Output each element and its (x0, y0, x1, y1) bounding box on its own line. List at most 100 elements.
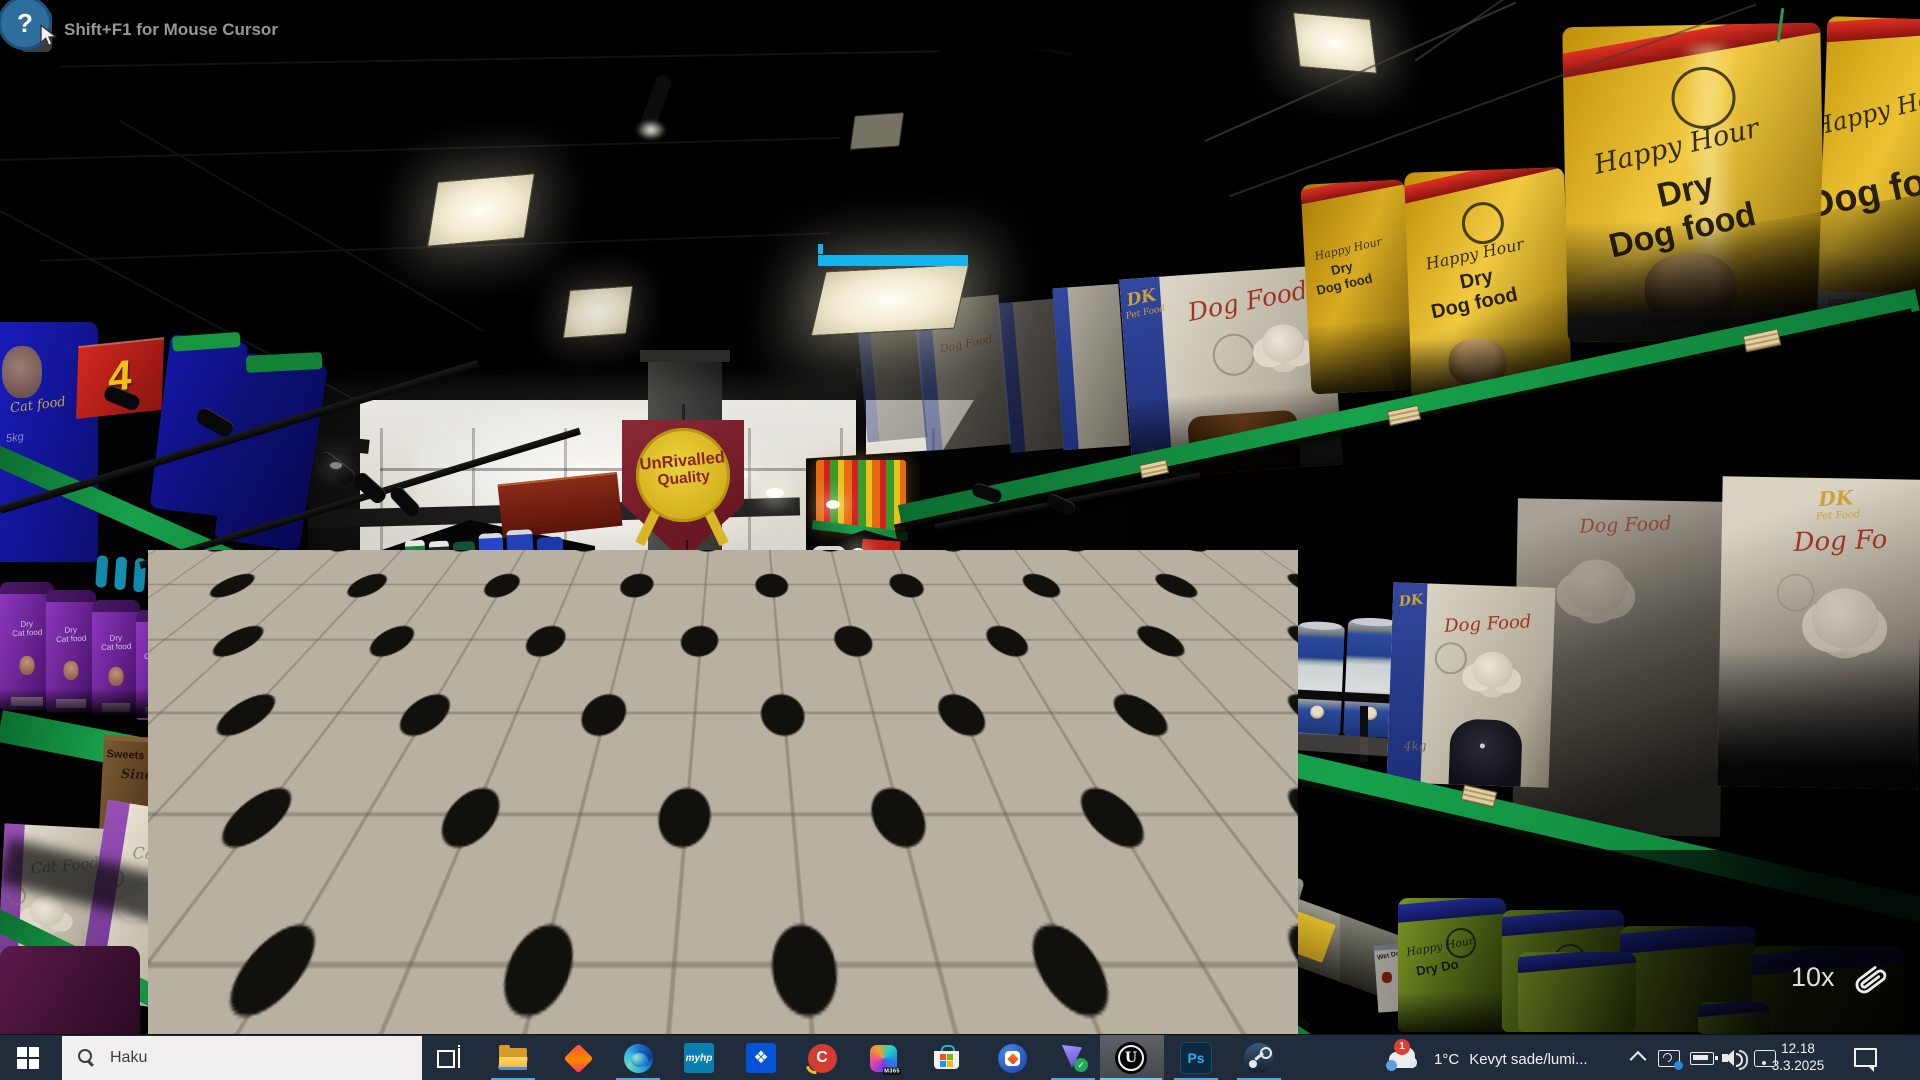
box-shadow (1717, 646, 1919, 789)
taskbar-app-diamond[interactable] (554, 1035, 602, 1080)
progress-bar (818, 255, 968, 266)
ceiling-light-panel (1293, 12, 1377, 74)
bag-green-top (246, 352, 323, 373)
dog-food-can (1244, 628, 1293, 734)
windows-logo-icon (17, 1047, 39, 1069)
dk-stamp (1776, 573, 1815, 612)
teal-box (161, 957, 207, 996)
box-title: Dog Food (939, 333, 994, 356)
taskbar-app-m365-copilot[interactable]: M365 (859, 1035, 907, 1080)
display-sync-tray-icon[interactable] (1658, 1050, 1680, 1067)
task-view-icon (437, 1047, 463, 1069)
clock-date: 3.3.2025 (1760, 1057, 1836, 1074)
cafe-chair (688, 648, 714, 680)
box-title: Dog Fo (1793, 525, 1888, 558)
diamond-app-icon (563, 1043, 593, 1073)
taskbar-app-myhp[interactable]: myhp (675, 1035, 723, 1080)
hidden-icons-button[interactable] (1632, 1052, 1644, 1064)
quality-sign-line2: Quality (676, 572, 700, 579)
bag-text: Dry (152, 643, 165, 652)
unreal-engine-icon: U (1115, 1042, 1147, 1074)
taskbar: myhp ❖ C M365 ✓ U Ps ✻ 1 1°C (0, 1034, 1920, 1080)
weather-description: Kevyt sade/lumi... (1469, 1051, 1587, 1068)
bag-text: Dry (192, 652, 205, 661)
column-cap (640, 350, 730, 362)
clock-time: 12.18 (1760, 1040, 1836, 1057)
taskbar-app-unreal-engine[interactable]: U (1107, 1035, 1155, 1080)
bag-text: Cat food (12, 628, 43, 638)
taskbar-app-file-explorer[interactable] (489, 1035, 537, 1080)
ccleaner-icon: C (808, 1044, 837, 1073)
action-center-button[interactable] (1854, 1048, 1877, 1067)
dk-logo: DK (1818, 485, 1854, 511)
dog-food-can (1292, 624, 1345, 736)
dropbox-icon: ❖ (746, 1043, 776, 1073)
help-hint-text: Shift+F1 for Mouse Cursor (64, 20, 278, 40)
m365-copilot-icon: M365 (870, 1045, 897, 1072)
volume-tray-icon[interactable] (1722, 1048, 1750, 1068)
bag-weight: 5kg (5, 431, 24, 445)
steam-icon (1244, 1043, 1274, 1073)
dk-dog-food-box-right: DK Pet Food Dog Fo (1717, 476, 1920, 789)
box-title: Dog Food (1185, 275, 1309, 327)
gold-box-stack (782, 772, 932, 892)
dk-stamp (1434, 642, 1467, 675)
shelf-shadow (0, 688, 235, 718)
photoshop-icon: Ps (1180, 1042, 1212, 1074)
photoshop-label: Ps (1187, 1050, 1204, 1066)
m365-badge: M365 (884, 1067, 902, 1075)
paperclip-icon (1843, 955, 1888, 1000)
taskbar-search[interactable] (62, 1036, 422, 1080)
taskbar-app-dropbox[interactable]: ❖ (737, 1035, 785, 1080)
sheep-illustration (1812, 588, 1879, 649)
edge-browser-icon (624, 1044, 653, 1073)
blue-bottle-row (782, 648, 932, 710)
weather-widget[interactable]: ✻ 1 1°C Kevyt sade/lumi... (1386, 1043, 1616, 1075)
purple-check-icon: ✓ (1058, 1044, 1088, 1072)
ceiling-light-panel (850, 112, 905, 150)
taskbar-app-task-view[interactable] (426, 1035, 474, 1080)
box-title: Dog Food (1579, 512, 1672, 537)
taskbar-app-ccleaner[interactable]: C (798, 1035, 846, 1080)
fire-extinguisher (986, 604, 1001, 652)
search-input[interactable] (108, 1048, 392, 1068)
file-explorer-icon (499, 1048, 527, 1069)
bag-text: Cat food (56, 634, 87, 644)
myhp-label: myhp (686, 1053, 713, 1064)
taskbar-app-steam[interactable] (1235, 1035, 1283, 1080)
distant-light (330, 462, 342, 469)
display-sync-icon (1658, 1050, 1680, 1067)
black-dog-photo (1449, 718, 1523, 786)
cafe-chair (728, 654, 758, 688)
bottom-right-shadow (1340, 850, 1920, 1034)
myhp-icon: myhp (684, 1043, 714, 1073)
notification-badge: 1 (1394, 1039, 1410, 1055)
game-viewport[interactable]: Cat food 5kg 4 DryCat food DryCat food D… (0, 0, 1920, 1034)
quality-sign: UnRivalled Quality (622, 420, 744, 560)
bag-brand: Happy Hour (1816, 78, 1920, 141)
warm-counter-glow (300, 690, 355, 760)
question-mark: ? (17, 8, 33, 39)
pole-sign-head (308, 566, 338, 590)
sign-medal-circle: UnRivalled Quality (669, 556, 707, 594)
bag-text: Cat food (184, 661, 215, 671)
taskbar-app-edge[interactable] (614, 1035, 662, 1080)
candy-display (816, 460, 906, 530)
bag-green-top (172, 332, 241, 352)
taskbar-app-blue-utility[interactable] (988, 1035, 1036, 1080)
bag-text: Cat food (101, 643, 132, 653)
sheep-illustration (1472, 651, 1513, 688)
search-icon (78, 1049, 96, 1067)
box-weight: 4kg (1403, 739, 1426, 754)
taskbar-clock[interactable]: 12.18 3.3.2025 (1760, 1040, 1836, 1074)
sheep-illustration (1261, 323, 1306, 364)
start-button[interactable] (0, 1035, 56, 1080)
ceiling-grid-line (60, 50, 940, 67)
taskbar-app-photoshop[interactable]: Ps (1172, 1035, 1220, 1080)
blue-utility-icon (998, 1044, 1027, 1073)
dk-logo: DK (1398, 592, 1424, 610)
battery-tray-icon[interactable] (1690, 1052, 1714, 1065)
dk-dog-food-box-side (1052, 284, 1129, 450)
taskbar-app-purple-check[interactable]: ✓ (1049, 1035, 1097, 1080)
taskbar-app-microsoft-store[interactable] (923, 1035, 971, 1080)
